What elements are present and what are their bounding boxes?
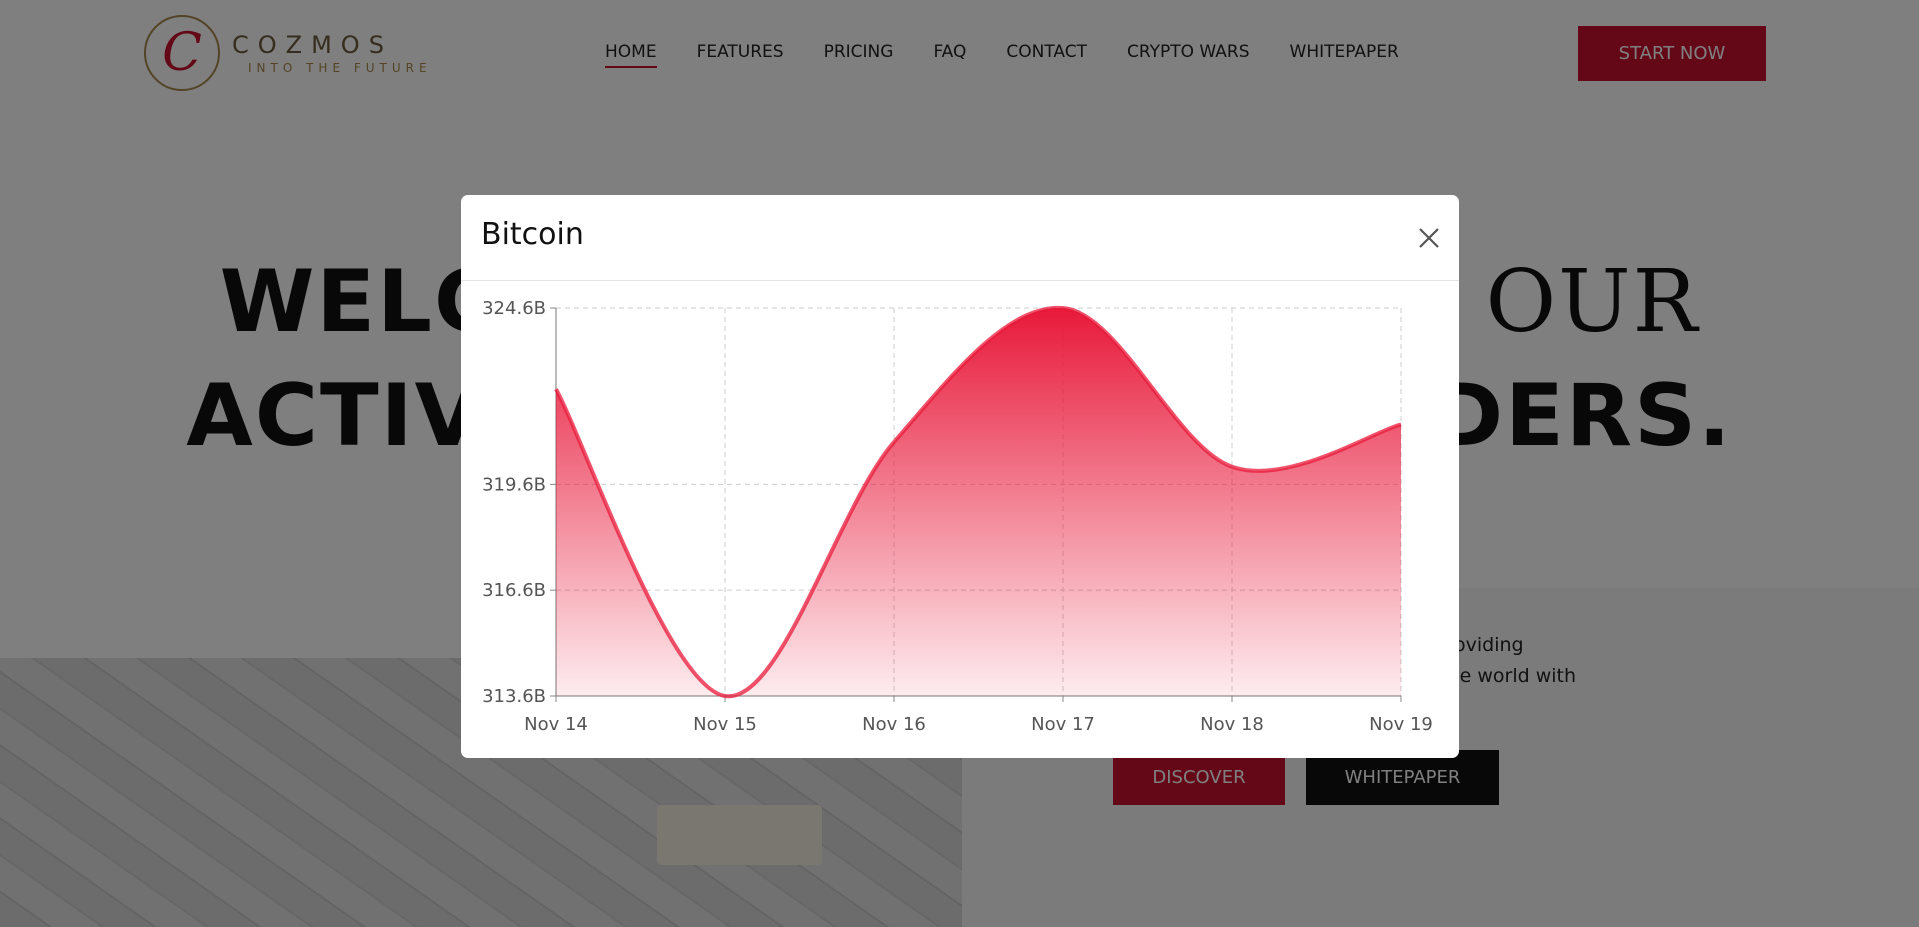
- close-icon[interactable]: [1413, 222, 1445, 254]
- y-tick-label: 313.6B: [482, 686, 546, 707]
- modal-header: Bitcoin: [461, 195, 1459, 281]
- y-tick-label: 319.6B: [482, 474, 546, 495]
- x-tick-label: Nov 17: [1031, 714, 1095, 735]
- y-tick-label: 324.6B: [482, 298, 546, 319]
- modal-title: Bitcoin: [481, 217, 584, 252]
- x-tick-label: Nov 14: [524, 714, 588, 735]
- bitcoin-area-fill: [556, 307, 1401, 697]
- x-tick-label: Nov 18: [1200, 714, 1264, 735]
- chart-modal: Bitcoin 313.6B 316.6B 319.6B 324.6B Nov 14 No…: [461, 195, 1459, 758]
- x-tick-label: Nov 15: [693, 714, 757, 735]
- bitcoin-area-chart: 313.6B 316.6B 319.6B 324.6B Nov 14 Nov 15 Nov …: [482, 298, 1433, 735]
- x-tick-label: Nov 19: [1369, 714, 1433, 735]
- y-tick-label: 316.6B: [482, 580, 546, 601]
- x-tick-label: Nov 16: [862, 714, 926, 735]
